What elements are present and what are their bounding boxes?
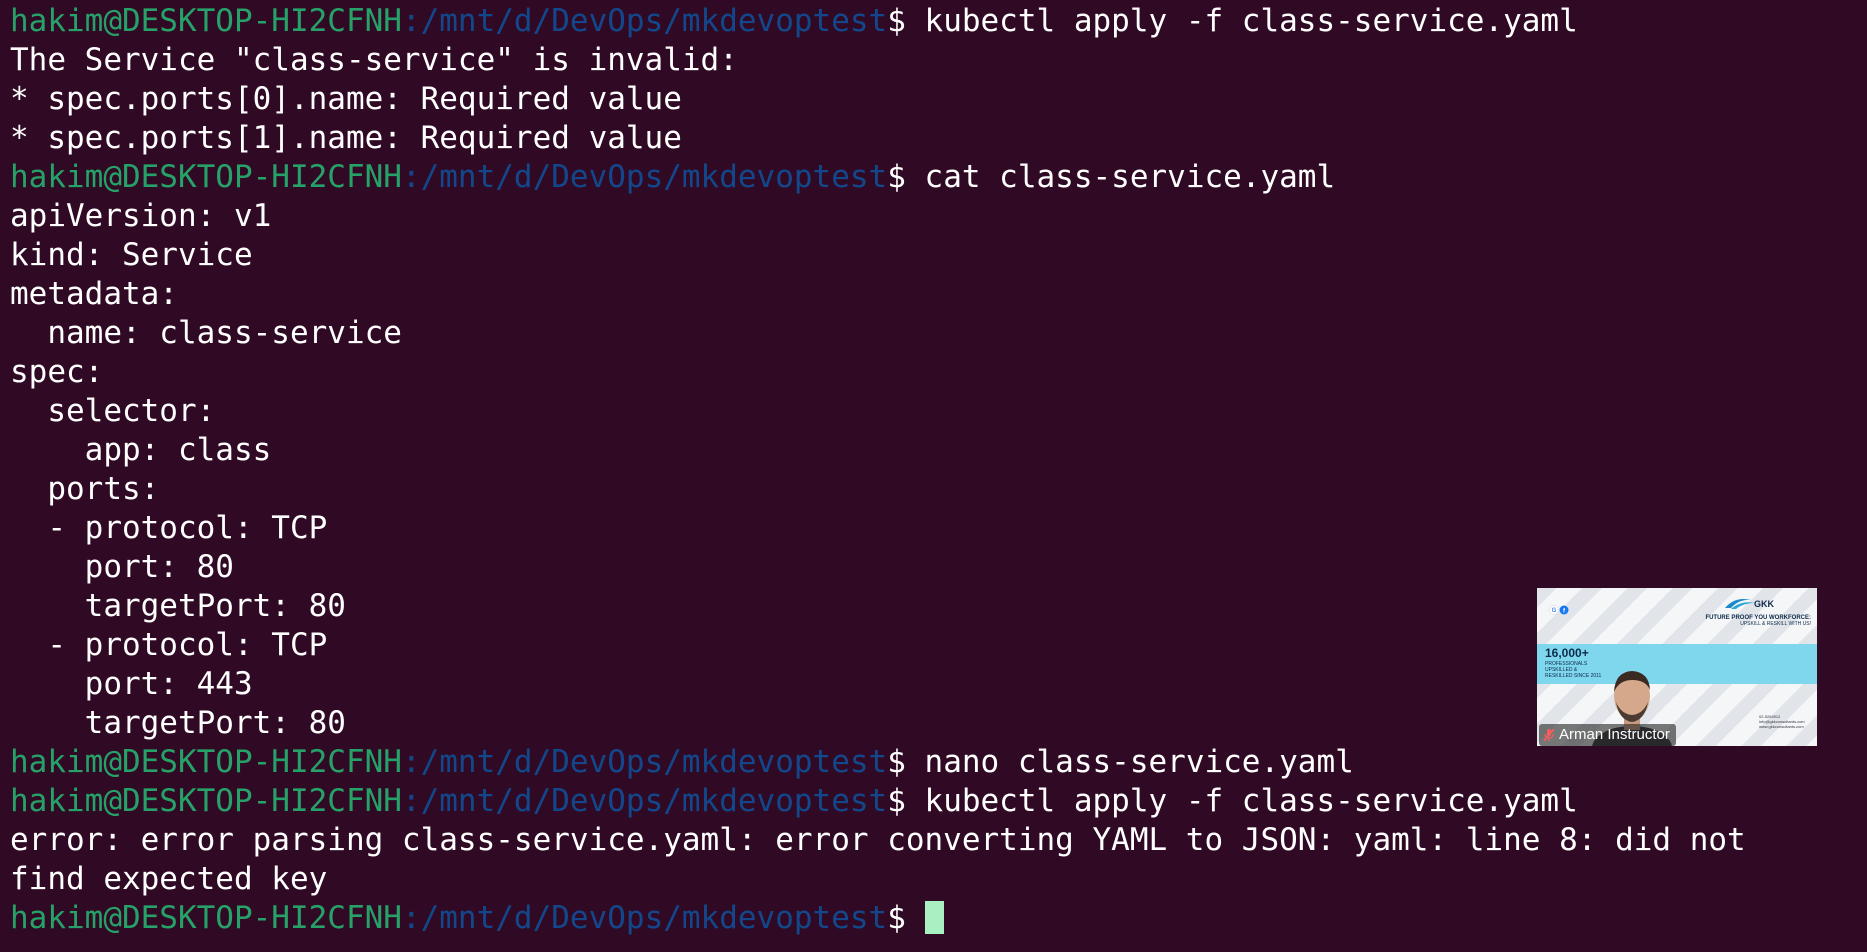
participant-name: Arman Instructor (1559, 726, 1670, 743)
prompt-path: :/mnt/d/DevOps/mkdevoptest (401, 744, 888, 780)
output-line: app: class (10, 431, 1867, 470)
output-line: selector: (10, 392, 1867, 431)
prompt-user-host: hakim@DESKTOP-HI2CFNH (10, 159, 402, 195)
prompt-path: :/mnt/d/DevOps/mkdevoptest (401, 900, 888, 936)
prompt-path: :/mnt/d/DevOps/mkdevoptest (401, 159, 888, 195)
prompt-user-host: hakim@DESKTOP-HI2CFNH (10, 3, 402, 39)
output-text: targetPort: 80 (10, 705, 346, 741)
output-text: find expected key (10, 861, 328, 897)
output-text: port: 80 (10, 549, 234, 585)
prompt-line: hakim@DESKTOP-HI2CFNH:/mnt/d/DevOps/mkde… (10, 158, 1867, 197)
contact-line: www.gkkconsultants.com (1759, 724, 1804, 729)
prompt-user-host: hakim@DESKTOP-HI2CFNH (10, 900, 402, 936)
output-line: - protocol: TCP (10, 509, 1867, 548)
video-overlay[interactable]: G f GKK FUTURE PROOF YOU WORKFORCE: UPSK… (1537, 588, 1817, 746)
output-line: kind: Service (10, 236, 1867, 275)
output-line: find expected key (10, 860, 1867, 899)
output-text: kind: Service (10, 237, 253, 273)
social-icons: G f (1549, 605, 1569, 615)
output-line: apiVersion: v1 (10, 197, 1867, 236)
active-prompt-line[interactable]: hakim@DESKTOP-HI2CFNH:/mnt/d/DevOps/mkde… (10, 899, 1867, 938)
output-text: spec: (10, 354, 104, 390)
prompt-symbol: $ (887, 159, 925, 195)
output-text: error: error parsing class-service.yaml:… (10, 822, 1746, 858)
prompt-symbol: $ (887, 744, 925, 780)
prompt-line: hakim@DESKTOP-HI2CFNH:/mnt/d/DevOps/mkde… (10, 2, 1867, 41)
prompt-path: :/mnt/d/DevOps/mkdevoptest (401, 3, 888, 39)
svg-text:G: G (1552, 608, 1557, 614)
output-text: port: 443 (10, 666, 253, 702)
terminal-window[interactable]: hakim@DESKTOP-HI2CFNH:/mnt/d/DevOps/mkde… (0, 0, 1867, 952)
output-text: ports: (10, 471, 160, 507)
slide-contact: 02-5264912 info@gkkconsultants.com www.g… (1759, 714, 1809, 729)
command-text: kubectl apply -f class-service.yaml (924, 3, 1578, 39)
prompt-line: hakim@DESKTOP-HI2CFNH:/mnt/d/DevOps/mkde… (10, 782, 1867, 821)
prompt-symbol: $ (887, 783, 925, 819)
prompt-path: :/mnt/d/DevOps/mkdevoptest (401, 783, 888, 819)
prompt-line: hakim@DESKTOP-HI2CFNH:/mnt/d/DevOps/mkde… (10, 743, 1867, 782)
command-text: cat class-service.yaml (924, 159, 1336, 195)
output-text: name: class-service (10, 315, 402, 351)
output-text: - protocol: TCP (10, 510, 328, 546)
output-line: port: 80 (10, 548, 1867, 587)
slide-headline: FUTURE PROOF YOU WORKFORCE: UPSKILL & RE… (1705, 615, 1811, 627)
prompt-symbol: $ (887, 900, 925, 936)
command-text: nano class-service.yaml (924, 744, 1354, 780)
output-text: app: class (10, 432, 272, 468)
mic-muted-icon (1543, 728, 1555, 742)
command-text: kubectl apply -f class-service.yaml (924, 783, 1578, 819)
logo-text: GKK (1754, 599, 1775, 609)
output-line: * spec.ports[0].name: Required value (10, 80, 1867, 119)
output-text: * spec.ports[1].name: Required value (10, 120, 682, 156)
output-text: apiVersion: v1 (10, 198, 272, 234)
output-text: The Service "class-service" is invalid: (10, 42, 738, 78)
output-line: name: class-service (10, 314, 1867, 353)
prompt-symbol: $ (887, 3, 925, 39)
output-line: ports: (10, 470, 1867, 509)
output-text: * spec.ports[0].name: Required value (10, 81, 682, 117)
participant-name-bar: Arman Instructor (1539, 724, 1676, 746)
output-line: The Service "class-service" is invalid: (10, 41, 1867, 80)
output-text: - protocol: TCP (10, 627, 328, 663)
output-line: error: error parsing class-service.yaml:… (10, 821, 1867, 860)
slide-stat: 16,000+ (1545, 646, 1589, 660)
output-text: metadata: (10, 276, 178, 312)
output-line: metadata: (10, 275, 1867, 314)
output-line: spec: (10, 353, 1867, 392)
text-cursor[interactable] (924, 901, 944, 934)
output-text: targetPort: 80 (10, 588, 346, 624)
prompt-user-host: hakim@DESKTOP-HI2CFNH (10, 783, 402, 819)
gkk-logo-icon: GKK (1725, 599, 1775, 609)
slide-subheadline: UPSKILL & RESKILL WITH US! (1740, 621, 1811, 627)
prompt-user-host: hakim@DESKTOP-HI2CFNH (10, 744, 402, 780)
output-line: * spec.ports[1].name: Required value (10, 119, 1867, 158)
output-text: selector: (10, 393, 216, 429)
